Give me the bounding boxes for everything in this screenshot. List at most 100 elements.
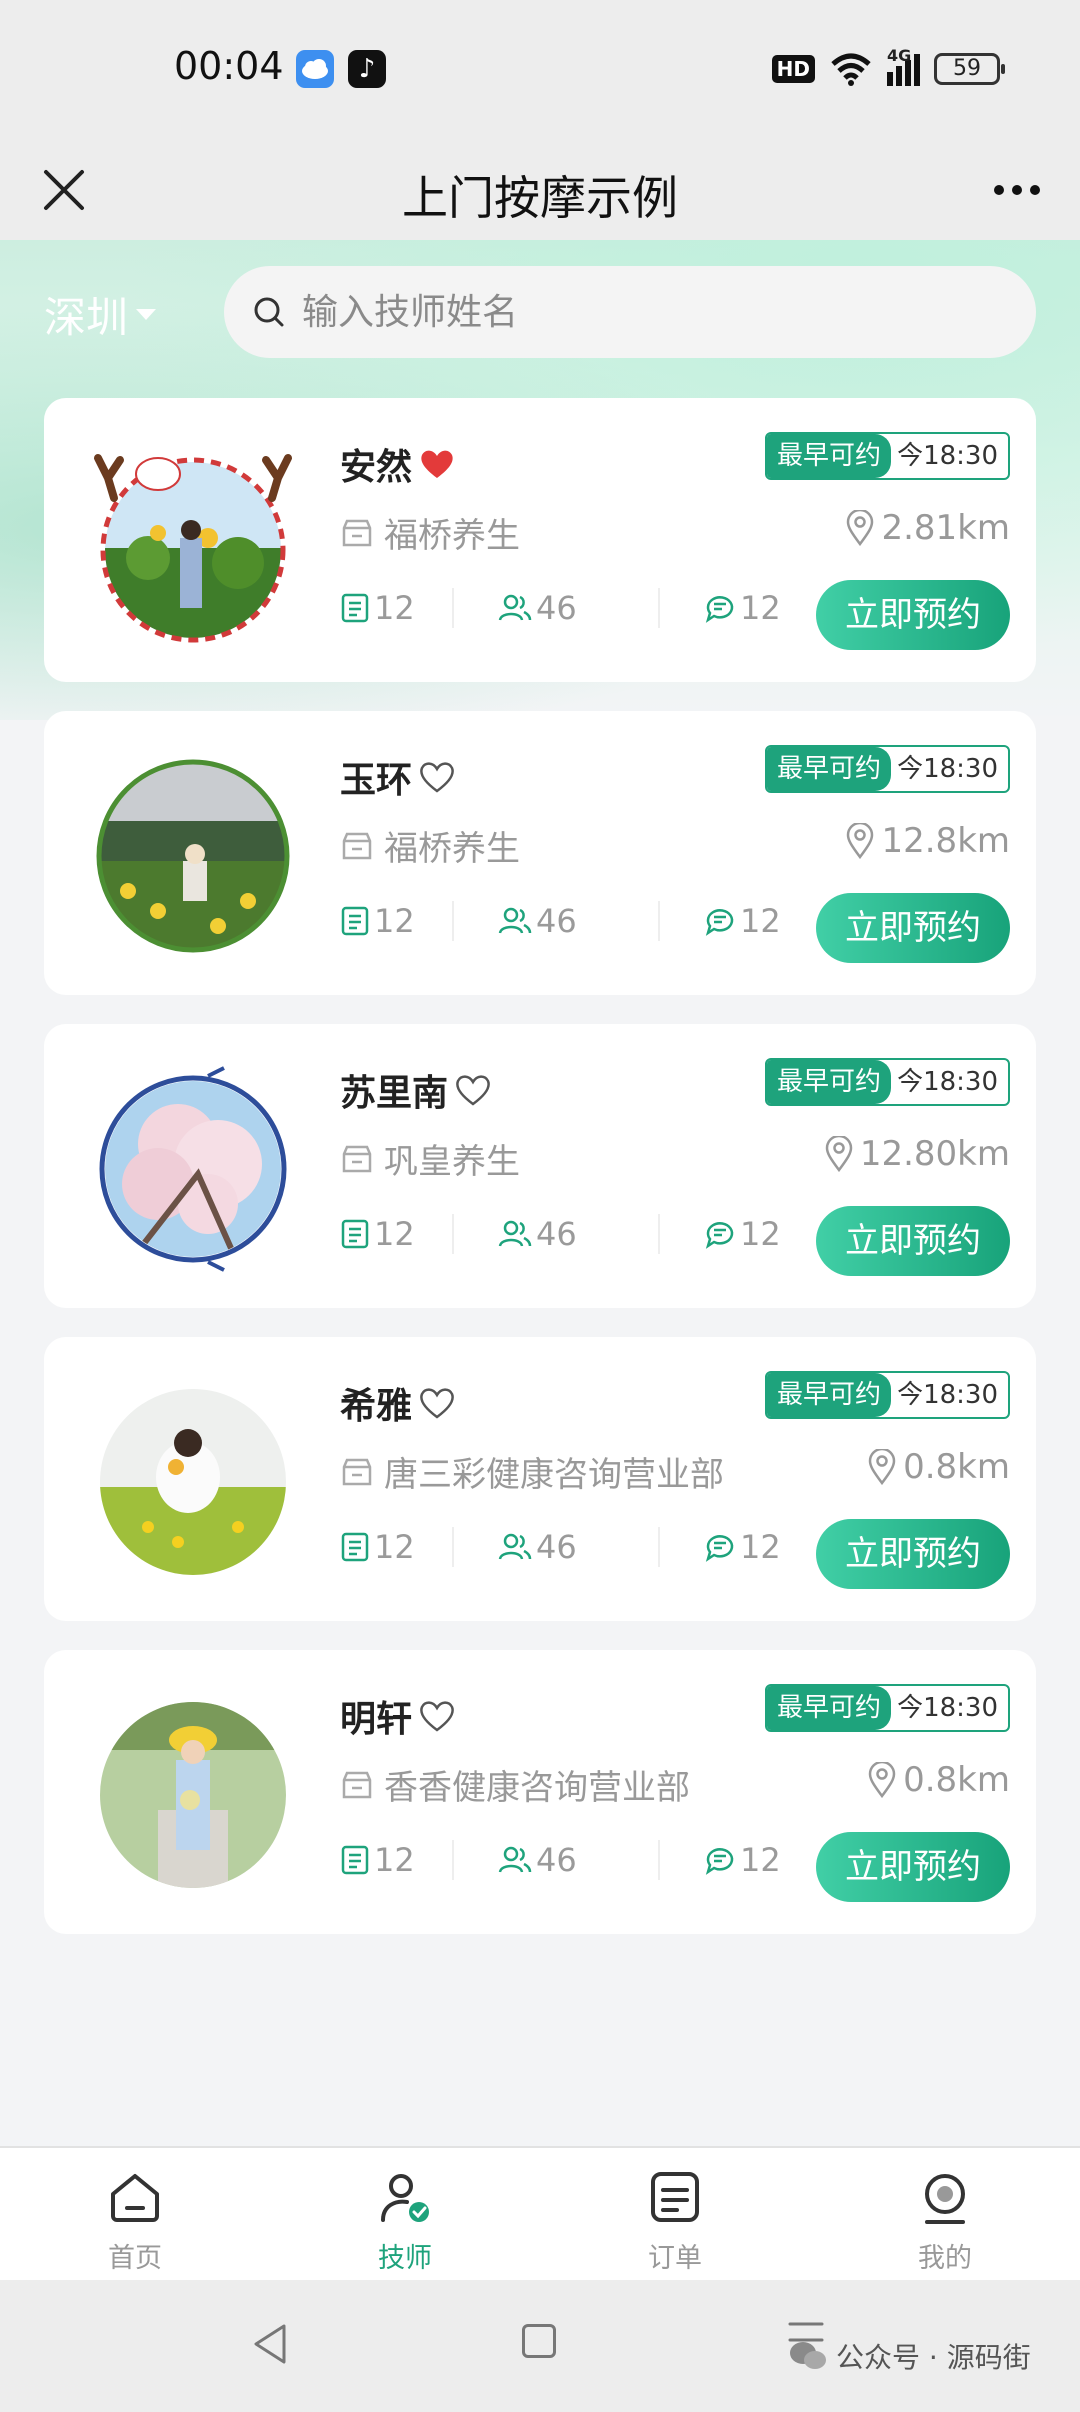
therapist-name: 明轩: [340, 1699, 413, 1740]
therapist-icon: [381, 2174, 429, 2222]
reviews-count: 12: [740, 1841, 781, 1879]
store-icon: [342, 519, 372, 546]
stats-row: 12 46 12: [340, 588, 864, 628]
search-input[interactable]: [302, 291, 1002, 333]
shop-name: 福桥养生: [384, 829, 520, 869]
distance: 2.81km: [881, 508, 1010, 548]
distance: 0.8km: [903, 1447, 1010, 1487]
location-pin-icon: [847, 823, 874, 859]
search-box[interactable]: [224, 266, 1036, 358]
tiktok-app-icon: ♪: [348, 50, 386, 88]
battery-indicator: 59: [934, 53, 1005, 85]
distance: 12.80km: [859, 1134, 1010, 1174]
stats-row: 12 46 12: [340, 1527, 864, 1567]
store-icon: [342, 1771, 372, 1798]
clients-icon: [498, 1533, 532, 1560]
distance: 0.8km: [903, 1760, 1010, 1800]
avatar: [88, 751, 298, 961]
profile-icon: [925, 2174, 965, 2224]
reviews-icon: [705, 1535, 734, 1562]
home-square-icon[interactable]: [522, 2324, 556, 2358]
therapist-name: 玉环: [340, 760, 413, 801]
orders-count: 12: [374, 589, 415, 627]
store-icon: [342, 1145, 372, 1172]
city-selector[interactable]: 深圳: [44, 284, 157, 345]
clients-count: 46: [536, 589, 577, 627]
shop-name: 唐三彩健康咨询营业部: [384, 1455, 724, 1495]
favorite-heart-outline-icon[interactable]: [418, 1699, 456, 1733]
tab-therapist[interactable]: 技师: [270, 2148, 540, 2280]
city-label: 深圳: [44, 293, 129, 342]
tab-profile[interactable]: 我的: [810, 2148, 1080, 2280]
book-now-button[interactable]: 立即预约: [816, 1832, 1010, 1902]
back-icon[interactable]: [250, 2322, 290, 2366]
book-now-button[interactable]: 立即预约: [816, 580, 1010, 650]
clients-count: 46: [536, 902, 577, 940]
clients-count: 46: [536, 1528, 577, 1566]
favorite-heart-outline-icon[interactable]: [454, 1073, 492, 1107]
therapist-card[interactable]: 苏里南 最早可约 今18:30 巩皇养生 12.80km 12 46 12 立即…: [44, 1024, 1036, 1308]
order-icon: [651, 2172, 699, 2222]
distance: 12.8km: [881, 821, 1010, 861]
reviews-icon: [705, 909, 734, 936]
therapist-name: 希雅: [340, 1386, 413, 1427]
tab-label: 我的: [918, 2243, 972, 2274]
caret-down-icon: [136, 309, 157, 320]
home-icon: [111, 2174, 159, 2222]
therapist-card[interactable]: 玉环 最早可约 今18:30 福桥养生 12.8km 12 46 12 立即预约: [44, 711, 1036, 995]
favorite-heart-outline-icon[interactable]: [418, 760, 456, 794]
avatar: [88, 1690, 298, 1900]
book-now-button[interactable]: 立即预约: [816, 1206, 1010, 1276]
stats-row: 12 46 12: [340, 901, 864, 941]
book-now-button[interactable]: 立即预约: [816, 1519, 1010, 1589]
avatar: [88, 1377, 298, 1587]
reviews-icon: [705, 596, 734, 623]
location-pin-icon: [825, 1136, 853, 1172]
book-now-button[interactable]: 立即预约: [816, 893, 1010, 963]
shop-name: 巩皇养生: [384, 1142, 520, 1182]
reviews-count: 12: [740, 589, 781, 627]
therapist-card[interactable]: 明轩 最早可约 今18:30 香香健康咨询营业部 0.8km 12 46 12 …: [44, 1650, 1036, 1934]
earliest-available-tag: 最早可约 今18:30: [765, 745, 1010, 793]
clients-icon: [498, 1846, 532, 1873]
therapist-name: 苏里南: [340, 1073, 449, 1114]
clients-icon: [498, 594, 532, 621]
status-time: 00:04: [174, 44, 284, 88]
avatar: [88, 1064, 298, 1274]
signal-icon: 4G: [887, 46, 920, 86]
tab-home[interactable]: 首页: [0, 2148, 270, 2280]
orders-count: 12: [374, 1841, 415, 1879]
clients-count: 46: [536, 1215, 577, 1253]
search-icon: [254, 297, 284, 327]
page-title: 上门按摩示例: [402, 171, 678, 225]
location-pin-icon: [847, 510, 874, 546]
tab-label: 订单: [648, 2243, 702, 2274]
clients-icon: [498, 907, 532, 934]
therapist-name: 安然: [340, 447, 413, 488]
clients-icon: [498, 1220, 532, 1247]
therapist-card[interactable]: 安然 最早可约 今18:30 福桥养生 2.81km 12 46 12 立即预约: [44, 398, 1036, 682]
tab-orders[interactable]: 订单: [540, 2148, 810, 2280]
network-type: 4G: [887, 46, 912, 65]
orders-count: 12: [374, 1528, 415, 1566]
stats-row: 12 46 12: [340, 1214, 864, 1254]
tab-label: 首页: [108, 2243, 162, 2274]
location-pin-icon: [868, 1449, 896, 1485]
reviews-icon: [705, 1222, 734, 1249]
hd-badge: HD: [771, 55, 815, 83]
avatar: [88, 438, 298, 648]
status-indicators: HD 4G 59: [771, 46, 1005, 90]
orders-icon: [341, 593, 369, 623]
wifi-icon: [831, 53, 871, 86]
favorite-heart-outline-icon[interactable]: [418, 1386, 456, 1420]
shop-name: 福桥养生: [384, 516, 520, 556]
therapist-card[interactable]: 希雅 最早可约 今18:30 唐三彩健康咨询营业部 0.8km 12 46 12…: [44, 1337, 1036, 1621]
favorite-heart-icon[interactable]: [418, 447, 456, 481]
clients-count: 46: [536, 1841, 577, 1879]
watermark: 公众号 · 源码街: [788, 2336, 1031, 2376]
orders-count: 12: [374, 902, 415, 940]
more-options-button[interactable]: [982, 162, 1052, 218]
title-bar: 上门按摩示例: [0, 140, 1080, 240]
reviews-count: 12: [740, 902, 781, 940]
location-pin-icon: [868, 1762, 896, 1798]
